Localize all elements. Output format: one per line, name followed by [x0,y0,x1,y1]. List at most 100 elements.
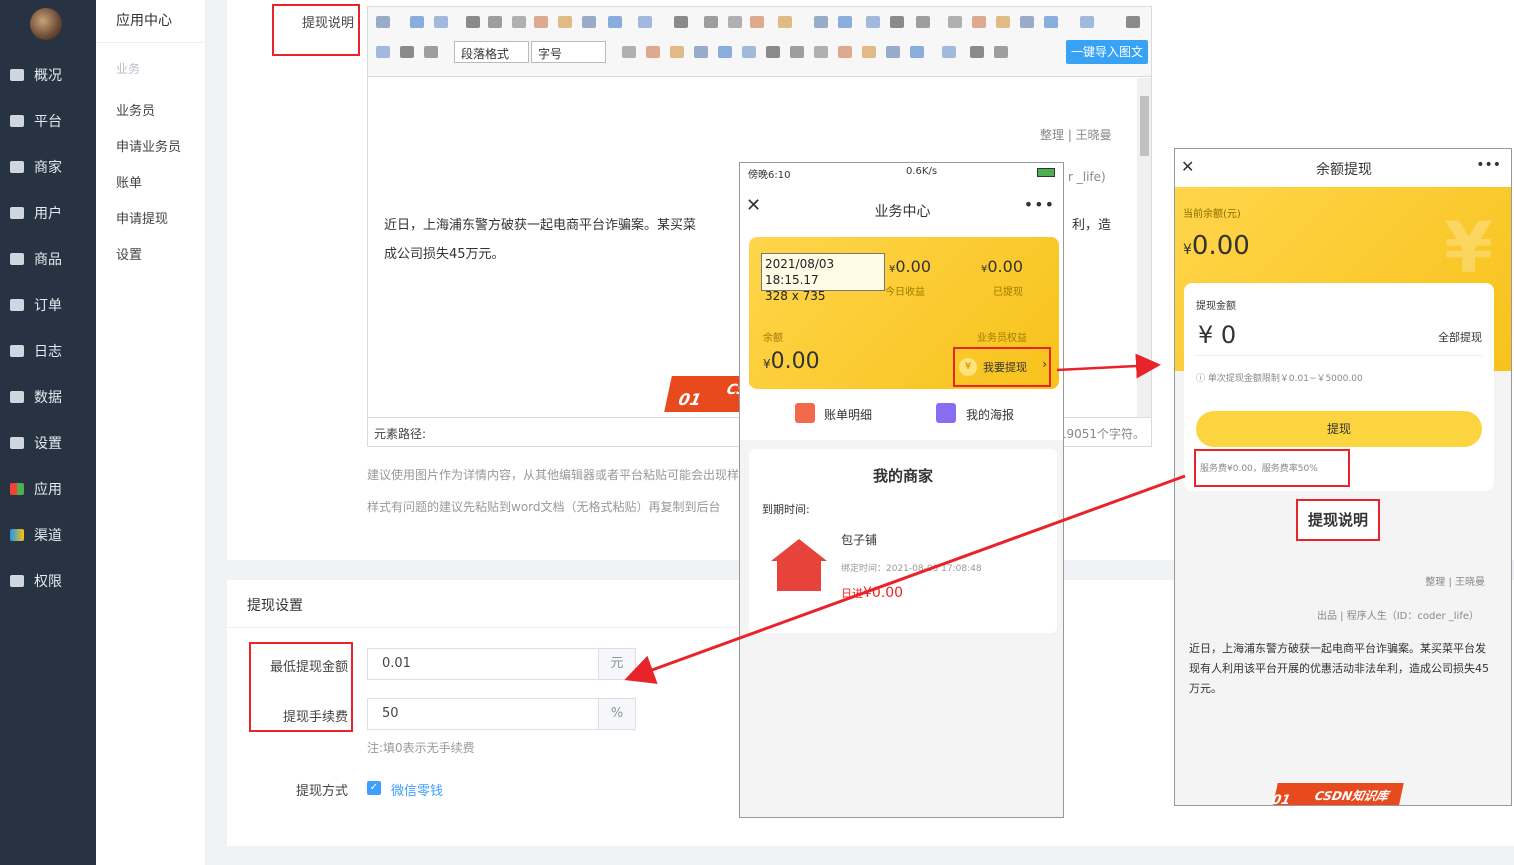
article-meta-2: r _life) [1068,170,1106,184]
toolbar-icon[interactable] [512,16,526,28]
toolbar-icon[interactable] [488,16,502,28]
subnav-item-apply-salesman[interactable]: 申请业务员 [116,136,181,155]
toolbar-icon[interactable] [466,16,480,28]
sidebar-item-6[interactable]: 日志 [0,328,96,374]
toolbar-icon[interactable] [670,46,684,58]
sidebar-item-label: 应用 [34,482,62,498]
sidebar-item-1[interactable]: 平台 [0,98,96,144]
poster-link[interactable]: 我的海报 [966,406,1014,423]
toolbar-icon[interactable] [838,16,852,28]
toolbar-icon[interactable] [534,16,548,28]
sidebar-item-5[interactable]: 订单 [0,282,96,328]
toolbar-icon[interactable] [646,46,660,58]
element-path-label: 元素路径: [374,427,427,441]
sidebar-item-2[interactable]: 商家 [0,144,96,190]
toolbar-icon[interactable] [886,46,900,58]
toolbar-icon[interactable] [970,46,984,58]
toolbar-icon[interactable] [778,16,792,28]
sidebar-item-label: 权限 [34,574,62,590]
toolbar-icon[interactable] [814,46,828,58]
toolbar-icon[interactable] [638,16,652,28]
wechat-checkbox[interactable]: ✓ [367,781,381,795]
toolbar-icon[interactable] [608,16,622,28]
toolbar-icon[interactable] [766,46,780,58]
withdraw-submit-button[interactable]: 提现 [1196,411,1482,447]
toolbar-icon[interactable] [942,46,956,58]
withdraw-entry-button[interactable]: ¥ 我要提现 › [953,347,1051,387]
toolbar-icon[interactable] [972,16,986,28]
fee-input[interactable]: 50 [367,698,599,730]
battery-icon [1037,168,1055,177]
goods-icon [10,253,24,265]
more-icon[interactable]: ••• [1024,195,1055,214]
toolbar-icon[interactable] [916,16,930,28]
subnav-item-bill[interactable]: 账单 [116,172,142,191]
toolbar-icon[interactable] [890,16,904,28]
subnav-section: 业务 [116,62,141,76]
toolbar-icon[interactable] [742,46,756,58]
toolbar-icon[interactable] [866,16,880,28]
sidebar-item-9[interactable]: 应用 [0,466,96,512]
toolbar-icon[interactable] [790,46,804,58]
screenshot-tooltip: 2021/08/03 18:15.17 328 x 735 [761,253,885,303]
editor-hint-2: 样式有问题的建议先粘贴到word文档（无格式粘贴）再复制到后台 [367,500,721,514]
subnav-item-settings[interactable]: 设置 [116,244,142,263]
import-article-button[interactable]: 一键导入图文 [1066,40,1148,64]
editor-scrollbar[interactable] [1137,78,1151,418]
toolbar-icon[interactable] [948,16,962,28]
toolbar-icon[interactable] [1044,16,1058,28]
toolbar-icon[interactable] [814,16,828,28]
toolbar-icon[interactable] [996,16,1010,28]
balance-amount-value: 0.00 [770,349,820,374]
toolbar-icon[interactable] [410,16,424,28]
toolbar-icon[interactable] [1080,16,1094,28]
sidebar-item-8[interactable]: 设置 [0,420,96,466]
toolbar-icon[interactable] [558,16,572,28]
toolbar-icon[interactable] [694,46,708,58]
paragraph-format-select[interactable]: 段落格式 [454,41,529,63]
tooltip-line-2: 328 x 735 [765,289,826,303]
scroll-thumb[interactable] [1140,96,1149,156]
yen-symbol: ¥ [763,357,771,371]
shop-amount: 日进¥0.00 [841,585,903,601]
toolbar-icon[interactable] [750,16,764,28]
min-amount-input[interactable]: 0.01 [367,648,599,680]
font-size-select[interactable]: 字号 [531,41,606,63]
toolbar-icon[interactable] [400,46,414,58]
toolbar-icon[interactable] [424,46,438,58]
toolbar-icon[interactable] [718,46,732,58]
sidebar-item-7[interactable]: 数据 [0,374,96,420]
toolbar-icon[interactable] [704,16,718,28]
toolbar-icon[interactable] [838,46,852,58]
toolbar-icon[interactable] [862,46,876,58]
sidebar-item-4[interactable]: 商品 [0,236,96,282]
toolbar-icon[interactable] [674,16,688,28]
toolbar-icon[interactable] [582,16,596,28]
current-balance-value: 0.00 [1191,231,1250,261]
toolbar-icon[interactable] [434,16,448,28]
withdraw-all-button[interactable]: 全部提现 [1438,329,1482,345]
toolbar-icon[interactable] [376,46,390,58]
toolbar-icon[interactable] [728,16,742,28]
sidebar-item-0[interactable]: 概况 [0,52,96,98]
toolbar-icon[interactable] [376,16,390,28]
sidebar-item-label: 订单 [34,298,62,314]
bill-link[interactable]: 账单明细 [824,406,872,423]
cube-icon [10,529,24,541]
sidebar-item-10[interactable]: 渠道 [0,512,96,558]
subnav-item-apply-withdraw[interactable]: 申请提现 [116,208,168,227]
toolbar-icon[interactable] [994,46,1008,58]
toolbar-icon[interactable] [910,46,924,58]
sidebar-item-11[interactable]: 权限 [0,558,96,604]
merchants-title: 我的商家 [872,467,933,485]
wechat-option-label[interactable]: 微信零钱 [391,780,443,799]
user-icon [10,207,24,219]
amount-input[interactable]: ¥ 0 [1198,321,1236,349]
subnav-item-salesman[interactable]: 业务员 [116,100,155,119]
toolbar-icon[interactable] [622,46,636,58]
editor-hint-1: 建议使用图片作为详情内容，从其他编辑器或者平台粘贴可能会出现样 [367,468,740,482]
toolbar-icon[interactable] [1020,16,1034,28]
toolbar-icon[interactable] [1126,16,1140,28]
more-icon[interactable]: ••• [1476,157,1501,173]
sidebar-item-3[interactable]: 用户 [0,190,96,236]
